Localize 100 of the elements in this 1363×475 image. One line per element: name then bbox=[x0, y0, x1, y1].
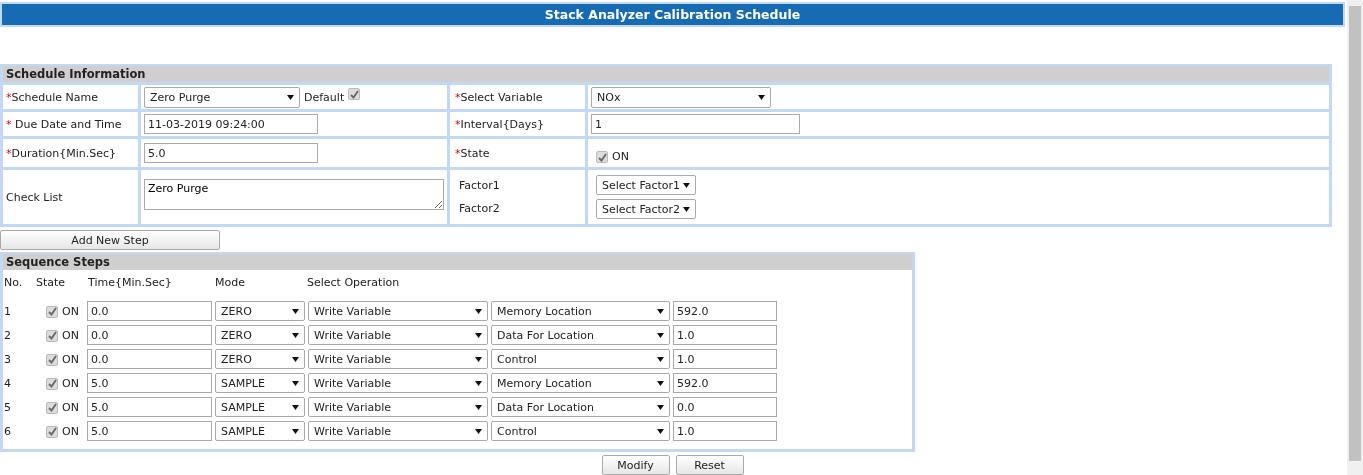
caret-icon bbox=[657, 427, 664, 435]
dropdown[interactable]: Write Variable bbox=[308, 349, 488, 369]
checkbox[interactable] bbox=[46, 305, 58, 318]
dropdown[interactable]: Write Variable bbox=[308, 421, 488, 441]
text-field[interactable]: 5.0 bbox=[144, 143, 318, 163]
field-label: *Select Variable bbox=[455, 90, 543, 104]
dropdown[interactable]: ZERO bbox=[215, 301, 305, 321]
row-number: 6 bbox=[3, 424, 12, 438]
field-label: *Duration{Min.Sec} bbox=[6, 146, 117, 160]
page-title: Stack Analyzer Calibration Schedule bbox=[0, 2, 1345, 27]
value-field[interactable]: 592.0 bbox=[673, 373, 777, 393]
caret-icon bbox=[292, 379, 299, 387]
state-label: ON bbox=[62, 400, 79, 414]
dropdown[interactable]: Write Variable bbox=[308, 373, 488, 393]
state-label: ON bbox=[62, 376, 79, 390]
field-label: *State bbox=[455, 146, 490, 160]
dropdown[interactable]: NOx bbox=[591, 86, 771, 108]
checkbox[interactable] bbox=[46, 425, 58, 438]
add-step-button[interactable]: Add New Step bbox=[0, 230, 220, 250]
scrollbar[interactable] bbox=[1347, 0, 1363, 475]
text-field[interactable]: 11-03-2019 09:24:00 bbox=[144, 114, 318, 134]
time-field[interactable]: 0.0 bbox=[87, 349, 212, 369]
caret-icon bbox=[657, 355, 664, 363]
dropdown[interactable]: Control bbox=[491, 421, 670, 441]
factor-label: Factor2 bbox=[459, 202, 500, 215]
dropdown[interactable]: Control bbox=[491, 349, 670, 369]
dropdown[interactable]: Select Factor2 bbox=[596, 199, 696, 219]
action-button[interactable]: Modify bbox=[601, 455, 670, 475]
row-number: 5 bbox=[3, 400, 12, 414]
section-header: Sequence Steps bbox=[3, 254, 912, 270]
time-field[interactable]: 0.0 bbox=[87, 301, 212, 321]
row-number: 4 bbox=[3, 376, 12, 390]
field-label: *Schedule Name bbox=[6, 90, 98, 104]
factor-label: Factor1 bbox=[459, 179, 500, 192]
state-label: ON bbox=[612, 150, 629, 163]
dropdown[interactable]: Data For Location bbox=[491, 325, 670, 345]
dropdown[interactable]: Zero Purge bbox=[144, 86, 300, 108]
column-header: State bbox=[36, 276, 67, 289]
dropdown[interactable]: Write Variable bbox=[308, 301, 488, 321]
caret-icon bbox=[657, 379, 664, 387]
dropdown[interactable]: Write Variable bbox=[308, 325, 488, 345]
column-header: Mode bbox=[215, 276, 246, 289]
dropdown[interactable]: SAMPLE bbox=[215, 397, 305, 417]
dropdown[interactable]: SAMPLE bbox=[215, 421, 305, 441]
dropdown[interactable]: Select Factor1 bbox=[596, 175, 696, 195]
checkbox[interactable] bbox=[348, 88, 361, 100]
field-label: *Interval{Days} bbox=[455, 117, 545, 131]
checklist-field[interactable]: Zero Purge bbox=[144, 178, 444, 210]
dropdown[interactable]: Memory Location bbox=[491, 373, 670, 393]
caret-icon bbox=[683, 181, 690, 189]
time-field[interactable]: 5.0 bbox=[87, 421, 212, 441]
section-header: Schedule Information bbox=[3, 66, 1329, 82]
caret-icon bbox=[657, 331, 664, 339]
dropdown[interactable]: Write Variable bbox=[308, 397, 488, 417]
value-field[interactable]: 1.0 bbox=[673, 349, 777, 369]
caret-icon bbox=[475, 403, 482, 411]
time-field[interactable]: 0.0 bbox=[87, 325, 212, 345]
caret-icon bbox=[292, 403, 299, 411]
state-label: ON bbox=[62, 328, 79, 342]
caret-icon bbox=[475, 331, 482, 339]
dropdown[interactable]: Memory Location bbox=[491, 301, 670, 321]
value-field[interactable]: 1.0 bbox=[673, 421, 777, 441]
checkbox[interactable] bbox=[46, 329, 58, 342]
caret-icon bbox=[292, 355, 299, 363]
field-label: Check List bbox=[6, 190, 63, 204]
value-field[interactable]: 1.0 bbox=[673, 325, 777, 345]
text-field[interactable]: 1 bbox=[591, 114, 800, 134]
column-header: Time{Min.Sec} bbox=[88, 276, 173, 289]
column-header: No. bbox=[4, 276, 24, 289]
default-label: Default bbox=[304, 90, 345, 104]
caret-icon bbox=[683, 205, 690, 213]
checkbox[interactable] bbox=[46, 401, 58, 414]
row-number: 2 bbox=[3, 328, 12, 342]
state-label: ON bbox=[62, 352, 79, 366]
caret-icon bbox=[475, 355, 482, 363]
caret-icon bbox=[475, 307, 482, 315]
caret-icon bbox=[292, 331, 299, 339]
caret-icon bbox=[657, 403, 664, 411]
time-field[interactable]: 5.0 bbox=[87, 397, 212, 417]
caret-icon bbox=[758, 93, 765, 101]
caret-icon bbox=[657, 307, 664, 315]
caret-icon bbox=[475, 427, 482, 435]
dropdown[interactable]: Data For Location bbox=[491, 397, 670, 417]
state-label: ON bbox=[62, 304, 79, 318]
checkbox[interactable] bbox=[46, 377, 58, 390]
caret-icon bbox=[475, 379, 482, 387]
caret-icon bbox=[287, 93, 294, 101]
value-field[interactable]: 0.0 bbox=[673, 397, 777, 417]
checkbox[interactable] bbox=[46, 353, 58, 366]
dropdown[interactable]: ZERO bbox=[215, 349, 305, 369]
time-field[interactable]: 5.0 bbox=[87, 373, 212, 393]
dropdown[interactable]: ZERO bbox=[215, 325, 305, 345]
checkbox[interactable] bbox=[596, 151, 608, 163]
caret-icon bbox=[292, 307, 299, 315]
state-label: ON bbox=[62, 424, 79, 438]
action-button[interactable]: Reset bbox=[675, 455, 744, 475]
value-field[interactable]: 592.0 bbox=[673, 301, 777, 321]
field-label: * Due Date and Time bbox=[6, 117, 122, 131]
dropdown[interactable]: SAMPLE bbox=[215, 373, 305, 393]
caret-icon bbox=[292, 427, 299, 435]
